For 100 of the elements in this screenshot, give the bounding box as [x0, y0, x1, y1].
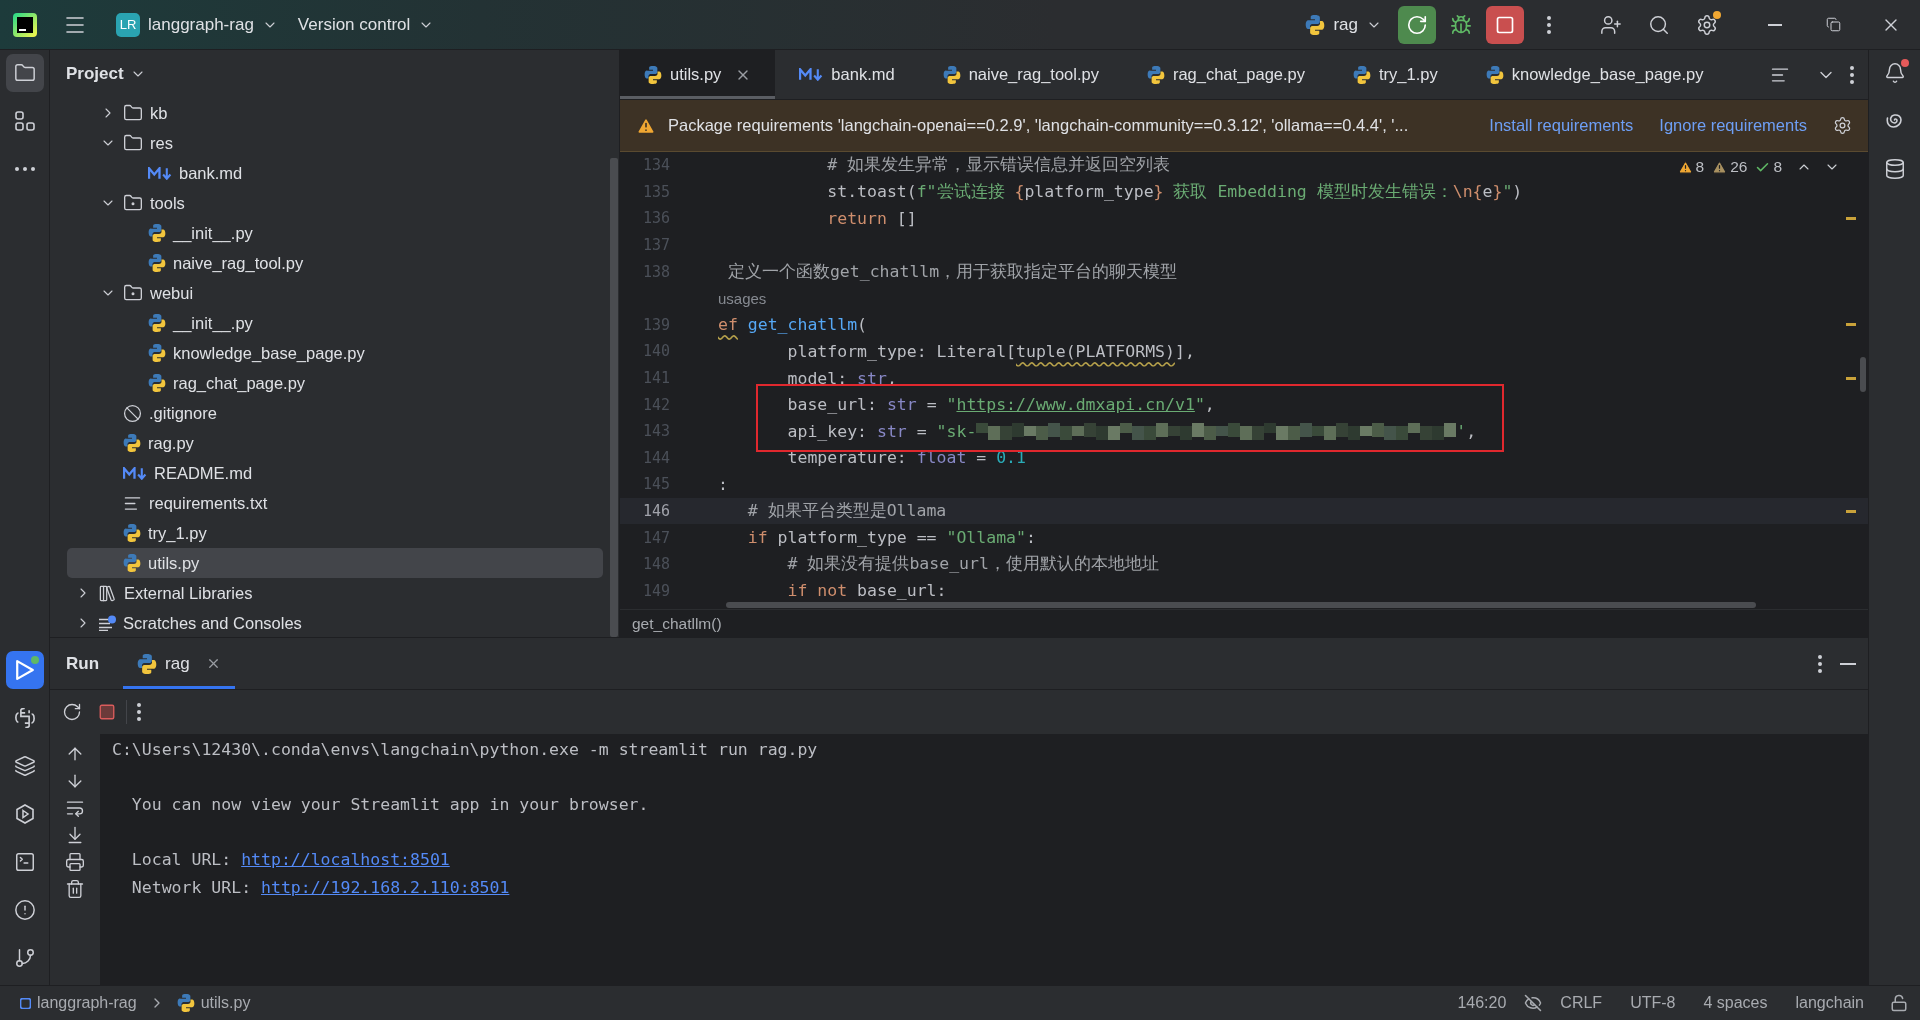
editor-tab[interactable]: knowledge_base_page.py [1461, 50, 1728, 99]
tree-item[interactable]: naive_rag_tool.py [67, 248, 603, 278]
tree-item[interactable]: __init__.py [67, 308, 603, 338]
editor-tab[interactable]: bank.md [775, 50, 919, 99]
console-text: Network URL: [130, 877, 253, 897]
tree-item[interactable]: rag_chat_page.py [67, 368, 603, 398]
project-badge: LR [116, 12, 140, 37]
more-icon [14, 167, 35, 171]
python-icon [148, 374, 166, 392]
python-icon [137, 653, 158, 674]
tree-item[interactable]: Scratches and Consoles [67, 608, 603, 638]
tree-item[interactable]: README.md [67, 458, 603, 488]
tree-item[interactable]: webui [67, 278, 603, 308]
tree-item[interactable]: requirements.txt [67, 488, 603, 518]
run-config-menu[interactable]: rag [1295, 6, 1392, 43]
bell-icon [1883, 62, 1906, 84]
code-line: ef get_chatllm( [718, 315, 868, 335]
banner-link[interactable]: Ignore requirements [1659, 116, 1807, 135]
python-icon [148, 344, 166, 362]
more-icon[interactable] [137, 703, 141, 721]
trash-icon[interactable] [65, 879, 85, 899]
print-icon[interactable] [65, 852, 85, 872]
code-line: st.toast(f"尝试连接 {platform_type} 获取 Embedding 模型时发生错误：\n{e}") [826, 180, 1523, 203]
vcs-menu[interactable]: Version control [287, 6, 445, 43]
scrollbar-thumb[interactable] [1860, 357, 1866, 392]
minimize-icon [1768, 23, 1782, 26]
app-logo-icon[interactable] [12, 11, 38, 38]
services-icon [15, 804, 34, 824]
tree-item[interactable]: knowledge_base_page.py [67, 338, 603, 368]
scratches-icon [98, 615, 116, 631]
inspection-widget[interactable]: 8 26 8 [1677, 158, 1840, 176]
interpreter[interactable]: langchain [1785, 988, 1874, 1018]
python-icon [644, 65, 662, 84]
code-line: if platform_type == "Ollama": [746, 528, 1036, 548]
stop-icon[interactable] [98, 703, 116, 721]
tree-item[interactable]: rag.py [67, 428, 603, 458]
project-view-menu[interactable]: Project [62, 58, 150, 90]
scrollbar-thumb[interactable] [610, 158, 618, 637]
lock-icon[interactable] [1890, 994, 1908, 1012]
editor-tab[interactable]: rag_chat_page.py [1122, 50, 1330, 99]
warning-marker[interactable] [1846, 323, 1856, 327]
code-line: # 如果发生异常，显示错误信息并返回空列表 [826, 154, 1171, 177]
file-encoding[interactable]: UTF-8 [1620, 988, 1686, 1018]
warning-marker[interactable] [1846, 509, 1856, 513]
rerun-button[interactable] [1398, 5, 1436, 44]
python-icon [123, 524, 141, 542]
markdown-icon [123, 466, 147, 480]
warning-marker[interactable] [1846, 217, 1856, 220]
warning-marker[interactable] [1846, 376, 1856, 380]
python-icon [148, 254, 166, 272]
python-icon [1305, 14, 1326, 35]
panel-title: Run [66, 652, 100, 675]
warning-icon [1677, 159, 1693, 175]
restore-icon [1825, 17, 1841, 32]
folder-icon [123, 103, 143, 123]
indent-setting[interactable]: 4 spaces [1693, 988, 1778, 1018]
tree-item[interactable]: External Libraries [67, 578, 603, 608]
console-link[interactable]: http://192.168.2.110:8501 [261, 877, 510, 897]
code-line: # 如果平台类型是Ollama [746, 500, 947, 522]
python-icon [148, 314, 166, 332]
tree-item[interactable]: tools [67, 188, 603, 218]
breadcrumb-item[interactable]: utils.py [172, 988, 255, 1018]
database-icon [1883, 158, 1906, 180]
console-line: C:\Users\12430\.conda\envs\langchain\python.exe -m streamlit run rag.py [112, 739, 819, 762]
tree-item[interactable]: res [67, 128, 603, 158]
line-separator[interactable]: CRLF [1550, 988, 1613, 1018]
code-breadcrumb[interactable]: get_chatllm() [632, 614, 722, 633]
terminal-icon [13, 851, 36, 873]
run-tab[interactable]: rag [123, 638, 235, 689]
editor-tab[interactable]: utils.py [620, 50, 776, 99]
scrollbar-thumb[interactable] [726, 602, 1756, 608]
banner-link[interactable]: Install requirements [1489, 116, 1634, 135]
python-icon [148, 224, 166, 242]
layers-icon [13, 755, 36, 777]
editor-tab[interactable]: try_1.py [1329, 50, 1462, 99]
spiral-icon [1886, 114, 1903, 128]
tree-item[interactable]: try_1.py [67, 518, 603, 548]
inlay-hint[interactable]: usages [718, 289, 767, 307]
eye-off-icon[interactable] [1524, 994, 1543, 1012]
libraries-icon [98, 583, 117, 603]
tree-item[interactable]: .gitignore [67, 398, 603, 428]
project-tool-button[interactable] [5, 54, 44, 92]
run-tool-button[interactable] [5, 651, 44, 689]
rerun-icon[interactable] [62, 702, 82, 722]
breadcrumb-item[interactable]: langgraph-rag [16, 988, 141, 1018]
caret-position[interactable]: 146:20 [1447, 988, 1517, 1018]
console-text: Local URL: [130, 850, 233, 870]
tree-item[interactable]: utils.py [67, 548, 603, 578]
console-link[interactable]: http://localhost:8501 [241, 850, 450, 870]
tree-item[interactable]: kb [67, 98, 603, 128]
tree-item[interactable]: __init__.py [67, 218, 603, 248]
minimize-icon[interactable] [1840, 662, 1856, 665]
stop-button[interactable] [1486, 5, 1524, 44]
more-icon[interactable] [1818, 654, 1822, 673]
editor-tab[interactable]: naive_rag_tool.py [918, 50, 1123, 99]
more-icon[interactable] [1850, 65, 1854, 84]
project-switcher[interactable]: LR langgraph-rag [106, 6, 288, 43]
tree-item[interactable]: bank.md [67, 158, 603, 188]
settings-icon[interactable] [1833, 116, 1852, 135]
python-icon [176, 994, 195, 1012]
